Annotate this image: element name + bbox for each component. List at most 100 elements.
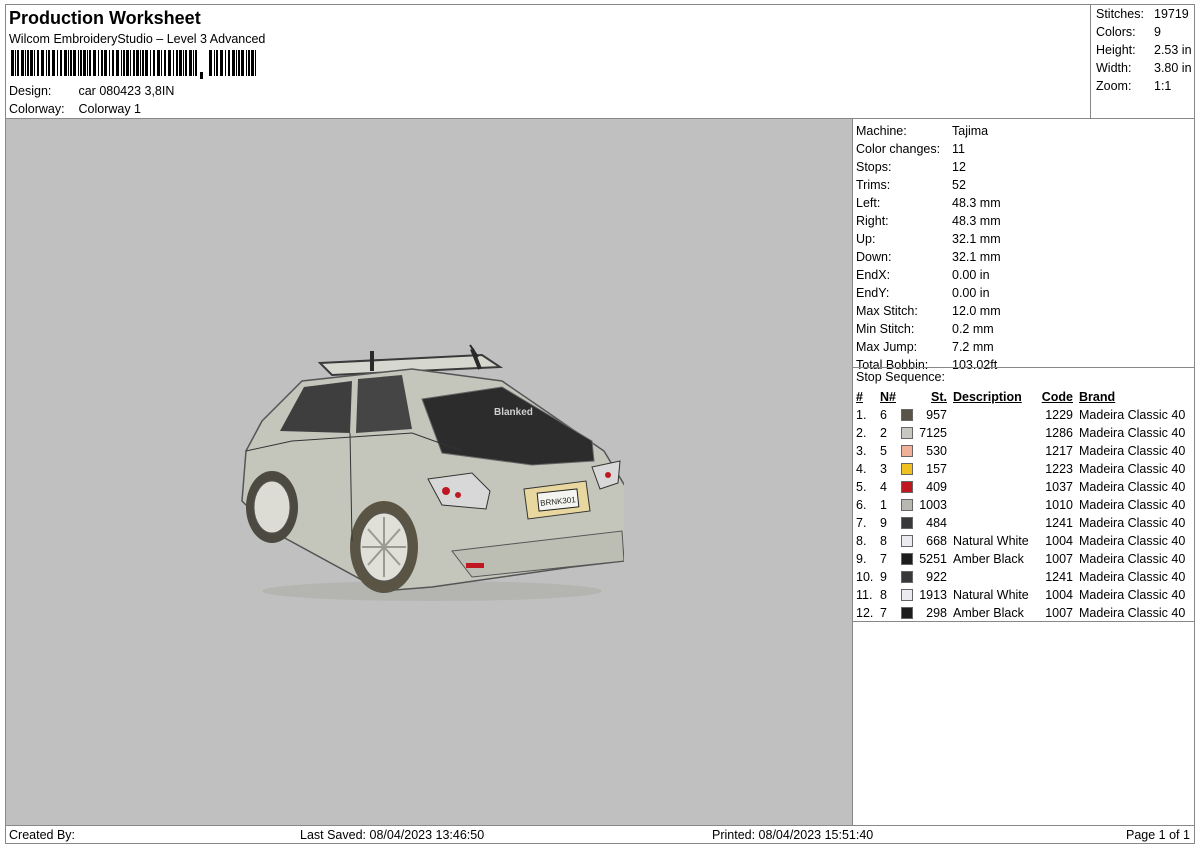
barcode-bar xyxy=(37,50,39,76)
stop-sequence-row: 8. 8 668 Natural White 1004 Madeira Classic 4… xyxy=(853,532,1194,550)
barcode-bar xyxy=(109,50,110,76)
machine-label: Stops: xyxy=(856,160,892,174)
thread-description: Amber Black xyxy=(953,552,1024,566)
barcode-bar xyxy=(161,50,162,76)
stitch-count: 922 xyxy=(926,570,947,584)
thread-brand: Madeira Classic 40 xyxy=(1079,606,1186,620)
barcode-bar xyxy=(183,50,184,76)
thread-brand: Madeira Classic 40 xyxy=(1079,588,1186,602)
needle-number: 4 xyxy=(880,480,887,494)
needle-number: 3 xyxy=(880,462,887,476)
stop-sequence-row: 5. 4 409 1037 Madeira Classic 40 xyxy=(853,478,1194,496)
machine-label: Color changes: xyxy=(856,142,941,156)
machine-label: Trims: xyxy=(856,178,891,192)
machine-row: Min Stitch: 0.2 mm xyxy=(856,320,994,338)
barcode-bar xyxy=(112,50,114,76)
design-preview: Blanked BRNK301 xyxy=(6,119,853,825)
barcode-bar xyxy=(78,50,79,76)
row-index: 9. xyxy=(856,552,867,566)
thread-code: 1004 xyxy=(1045,588,1073,602)
design-row: Design: car 080423 3,8IN xyxy=(9,84,174,98)
barcode-bar xyxy=(15,50,16,76)
worksheet-frame: Production Worksheet Wilcom EmbroiderySt… xyxy=(5,4,1195,844)
barcode-bar xyxy=(176,50,178,76)
thread-code: 1217 xyxy=(1045,444,1073,458)
barcode-bar xyxy=(133,50,135,76)
needle-number: 9 xyxy=(880,516,887,530)
machine-label: Machine: xyxy=(856,124,907,138)
barcode-bar xyxy=(241,50,244,76)
barcode-bar xyxy=(60,50,62,76)
barcode-bar xyxy=(193,50,194,76)
machine-label: Left: xyxy=(856,196,881,210)
machine-value: 48.3 mm xyxy=(952,196,1001,210)
barcode-bar xyxy=(64,50,67,76)
colorway-value: Colorway 1 xyxy=(78,102,142,116)
barcode-bar xyxy=(150,50,151,76)
barcode-bar xyxy=(238,50,240,76)
thread-code: 1286 xyxy=(1045,426,1073,440)
stop-sequence-row: 10. 9 922 1241 Madeira Classic 40 xyxy=(853,568,1194,586)
barcode-bar xyxy=(225,50,226,76)
stitch-count: 157 xyxy=(926,462,947,476)
thread-code: 1223 xyxy=(1045,462,1073,476)
machine-row: Left: 48.3 mm xyxy=(856,194,1001,212)
machine-row: Trims: 52 xyxy=(856,176,966,194)
machine-row: Max Stitch: 12.0 mm xyxy=(856,302,1001,320)
machine-label: EndX: xyxy=(856,268,891,282)
barcode-bar xyxy=(25,50,26,76)
stop-sequence-row: 4. 3 157 1223 Madeira Classic 40 xyxy=(853,460,1194,478)
color-swatch xyxy=(901,499,913,511)
barcode xyxy=(11,50,256,79)
row-index: 4. xyxy=(856,462,867,476)
needle-number: 9 xyxy=(880,570,887,584)
barcode-bar xyxy=(89,50,91,76)
thread-brand: Madeira Classic 40 xyxy=(1079,498,1186,512)
machine-label: Up: xyxy=(856,232,876,246)
thread-code: 1010 xyxy=(1045,498,1073,512)
machine-value: 12.0 mm xyxy=(952,304,1001,318)
barcode-bar xyxy=(136,50,139,76)
color-swatch xyxy=(901,409,913,421)
software-subtitle: Wilcom EmbroideryStudio – Level 3 Advanc… xyxy=(9,32,266,46)
stop-sequence-row: 6. 1 1003 1010 Madeira Classic 40 xyxy=(853,496,1194,514)
thread-description: Natural White xyxy=(953,588,1029,602)
barcode-bar xyxy=(164,50,166,76)
barcode-bar xyxy=(214,50,215,76)
barcode-bar xyxy=(48,50,50,76)
color-swatch xyxy=(901,607,913,619)
machine-label: Right: xyxy=(856,214,889,228)
machine-value: 32.1 mm xyxy=(952,232,1001,246)
machine-row: Up: 32.1 mm xyxy=(856,230,1001,248)
created-by: Created By: xyxy=(9,828,76,842)
col-header-code: Code xyxy=(1041,390,1073,404)
machine-label: Max Jump: xyxy=(856,340,918,354)
needle-number: 7 xyxy=(880,606,887,620)
row-index: 12. xyxy=(856,606,874,620)
machine-value: 32.1 mm xyxy=(952,250,1001,264)
machine-value: 48.3 mm xyxy=(952,214,1001,228)
machine-row: Color changes: 11 xyxy=(856,140,965,158)
worksheet-header: Production Worksheet Wilcom EmbroiderySt… xyxy=(6,5,1090,119)
stitch-count: 5251 xyxy=(919,552,947,566)
stop-sequence-header: # N# St. Description Code Brand xyxy=(853,388,1194,406)
thread-code: 1229 xyxy=(1045,408,1073,422)
barcode-bar xyxy=(11,50,14,76)
barcode-bar xyxy=(34,50,35,76)
barcode-bar xyxy=(80,50,82,76)
barcode-bar xyxy=(52,50,55,76)
row-index: 2. xyxy=(856,426,867,440)
thread-code: 1241 xyxy=(1045,570,1073,584)
col-header-index: # xyxy=(856,390,863,404)
barcode-bar xyxy=(46,50,47,76)
color-swatch xyxy=(901,445,913,457)
needle-number: 8 xyxy=(880,588,887,602)
barcode-bar xyxy=(168,50,171,76)
machine-label: Down: xyxy=(856,250,892,264)
barcode-bar xyxy=(145,50,148,76)
row-index: 3. xyxy=(856,444,867,458)
page-title: Production Worksheet xyxy=(9,8,201,28)
barcode-bar xyxy=(248,50,250,76)
barcode-bar xyxy=(70,50,72,76)
barcode-bar xyxy=(101,50,103,76)
